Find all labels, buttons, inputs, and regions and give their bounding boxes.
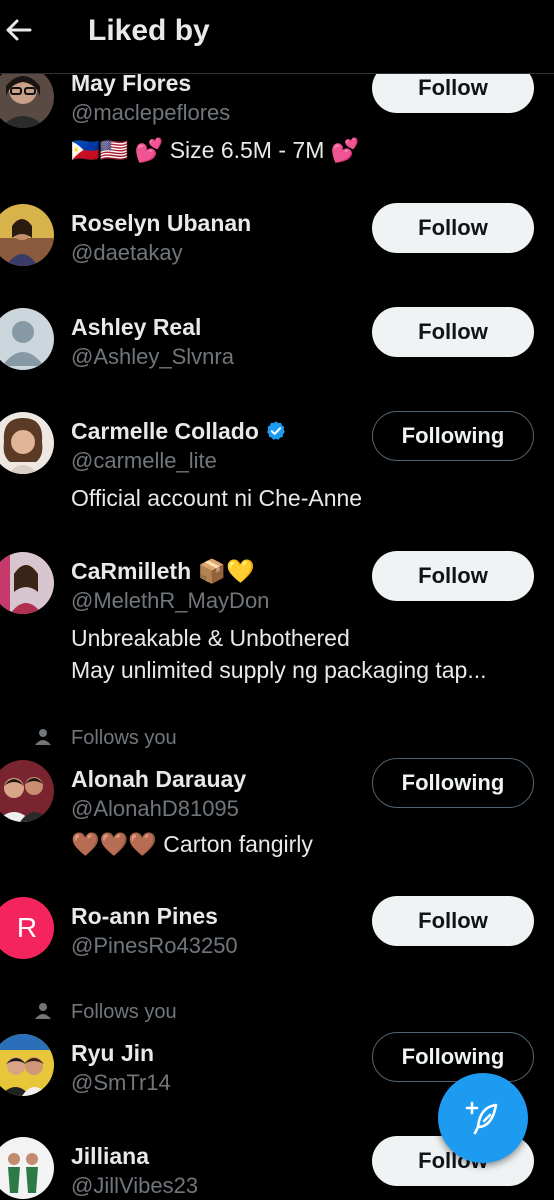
user-handle: @daetakay [71, 240, 183, 265]
avatar[interactable] [0, 204, 54, 266]
user-bio: 🤎🤎🤎 Carton fangirly [71, 831, 313, 857]
following-button[interactable]: Following [372, 411, 534, 461]
avatar[interactable]: R [0, 897, 54, 959]
page-title: Liked by [88, 14, 210, 47]
avatar-letter: R [16, 912, 38, 943]
user-name[interactable]: Ryu Jin [71, 1040, 154, 1067]
user-bio-line-1: Unbreakable & Unbothered [71, 625, 350, 651]
top-app-bar: Liked by [0, 0, 554, 74]
follow-button[interactable]: Follow [372, 307, 534, 357]
user-name[interactable]: Ro-ann Pines [71, 903, 218, 930]
avatar[interactable] [0, 66, 54, 128]
user-name[interactable]: Alonah Darauay [71, 766, 246, 793]
user-name[interactable]: Jilliana [71, 1143, 149, 1170]
follows-you-label: Follows you [71, 727, 177, 749]
following-button[interactable]: Following [372, 758, 534, 808]
person-icon [35, 1003, 51, 1019]
follow-button[interactable]: Follow [372, 203, 534, 253]
user-bio-line-2: May unlimited supply ng packaging tap... [71, 657, 487, 683]
follow-button[interactable]: Follow [372, 551, 534, 601]
user-name[interactable]: Carmelle Collado [71, 418, 287, 445]
user-handle: @carmelle_lite [71, 448, 217, 473]
avatar[interactable] [0, 308, 54, 370]
compose-post-icon [465, 1101, 498, 1135]
user-name[interactable]: Roselyn Ubanan [71, 210, 251, 237]
user-name[interactable]: CaRmilleth 📦💛 [71, 558, 255, 585]
user-name[interactable]: Ashley Real [71, 314, 201, 341]
user-bio: 🇵🇭🇺🇸 💕 Size 6.5M - 7M 💕 [71, 137, 360, 163]
avatar[interactable] [0, 552, 54, 614]
user-handle: @Ashley_Slvnra [71, 344, 234, 369]
user-handle: @PinesRo43250 [71, 933, 238, 958]
user-handle: @JillVibes23 [71, 1173, 199, 1198]
avatar[interactable] [0, 1034, 54, 1096]
avatar[interactable] [0, 412, 54, 474]
user-bio: Official account ni Che-Anne [71, 485, 363, 511]
verified-badge-icon [266, 421, 285, 440]
user-name[interactable]: May Flores [71, 70, 191, 97]
avatar[interactable] [0, 760, 54, 822]
follow-button[interactable]: Follow [372, 896, 534, 946]
follows-you-label: Follows you [71, 1001, 177, 1023]
compose-post-button[interactable] [438, 1073, 528, 1163]
person-icon [35, 729, 51, 745]
avatar[interactable] [0, 1137, 54, 1199]
user-name-text[interactable]: Carmelle Collado [71, 418, 259, 444]
user-handle: @maclepeflores [71, 100, 231, 125]
user-handle: @MelethR_MayDon [71, 588, 270, 613]
following-button[interactable]: Following [372, 1032, 534, 1082]
liked-by-list: May Flores @maclepeflores 🇵🇭🇺🇸 💕 Size 6.… [0, 0, 554, 1200]
arrow-left-icon[interactable] [2, 14, 34, 46]
user-handle: @AlonahD81095 [71, 796, 239, 821]
user-handle: @SmTr14 [71, 1070, 171, 1095]
